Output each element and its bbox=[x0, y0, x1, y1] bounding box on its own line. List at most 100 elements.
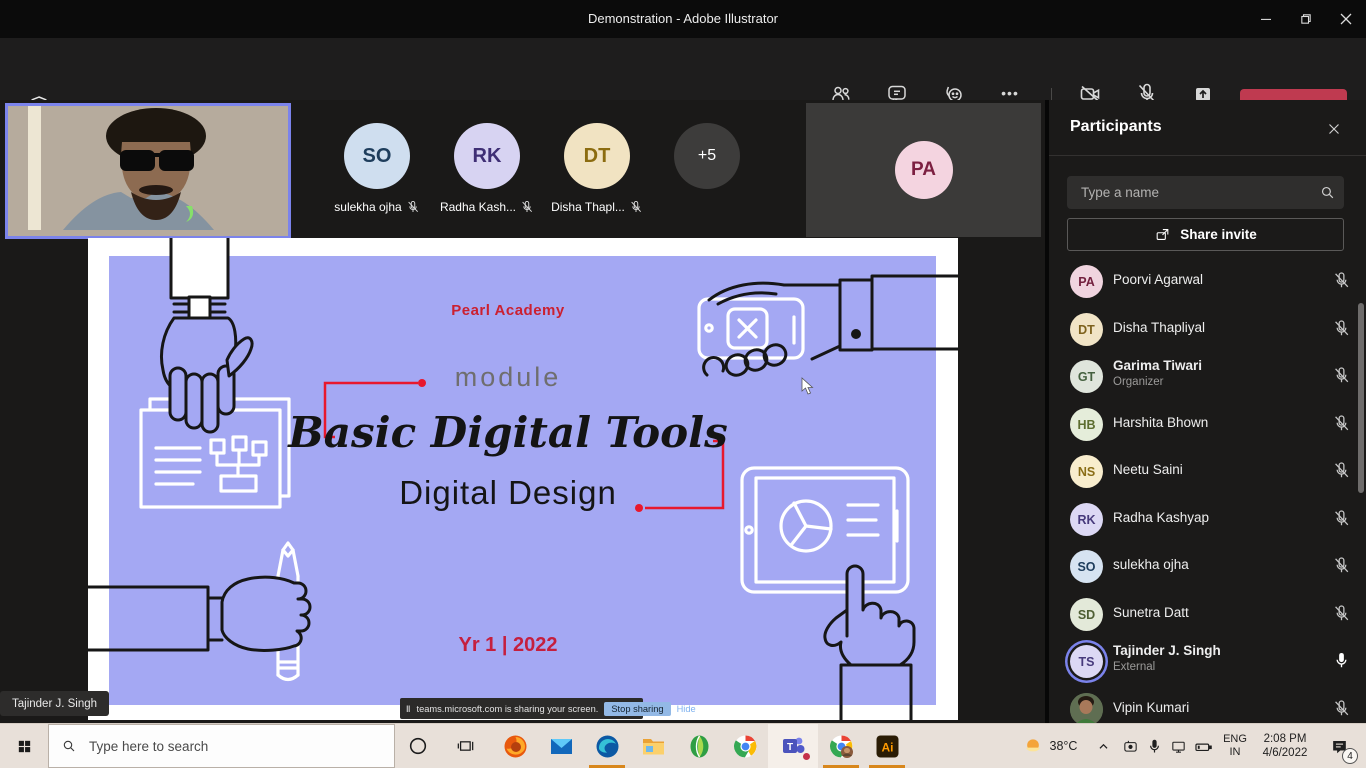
close-window-button[interactable] bbox=[1326, 0, 1366, 38]
stop-sharing-button[interactable]: Stop sharing bbox=[604, 702, 670, 716]
tray-record-icon[interactable] bbox=[1118, 724, 1142, 768]
start-button[interactable] bbox=[0, 724, 48, 768]
mic-status-icon bbox=[520, 200, 534, 214]
participant-role: Organizer bbox=[1113, 376, 1164, 388]
tray-mic-icon[interactable] bbox=[1142, 724, 1166, 768]
file-explorer-icon bbox=[641, 734, 666, 759]
action-center-button[interactable]: 4 bbox=[1318, 724, 1360, 768]
mic-status-icon bbox=[1332, 509, 1351, 528]
participant-name: Disha Thapliyal bbox=[1113, 320, 1205, 335]
participant-tile-poorvi[interactable]: PA bbox=[806, 103, 1041, 237]
participant-row[interactable]: NS Neetu Saini bbox=[1049, 448, 1366, 495]
participant-role: External bbox=[1113, 661, 1155, 673]
participant-name: Garima Tiwari bbox=[1113, 358, 1202, 373]
share-invite-icon bbox=[1154, 226, 1171, 243]
weather-widget[interactable]: 38°C bbox=[1012, 724, 1088, 768]
window-titlebar: Demonstration - Adobe Illustrator bbox=[0, 0, 1366, 38]
taskbar-icon-edge[interactable] bbox=[584, 724, 630, 768]
svg-text:Ai: Ai bbox=[881, 740, 893, 754]
participant-name: Radha Kash... bbox=[440, 200, 516, 214]
meeting-stage: SO sulekha ojha RK Radha Kash... DT Dish… bbox=[0, 100, 1041, 723]
screen-sharing-banner: ‖ teams.microsoft.com is sharing your sc… bbox=[400, 698, 643, 719]
participant-row[interactable]: GT Garima Tiwari Organizer bbox=[1049, 353, 1366, 400]
avatar: NS bbox=[1070, 455, 1103, 488]
taskbar-icon-coreldraw[interactable] bbox=[676, 724, 722, 768]
participant-row[interactable]: SD Sunetra Datt bbox=[1049, 591, 1366, 638]
avatar: SO bbox=[344, 123, 410, 189]
taskbar-icon-illustrator[interactable]: Ai bbox=[864, 724, 910, 768]
taskbar-icon-teams[interactable]: T bbox=[768, 724, 818, 768]
tray-chevron-up[interactable] bbox=[1090, 724, 1116, 768]
slide-kicker: module bbox=[88, 362, 928, 393]
participant-row[interactable]: TS Tajinder J. Singh External bbox=[1049, 638, 1366, 685]
taskbar-search[interactable] bbox=[48, 724, 395, 768]
participant-name: Tajinder J. Singh bbox=[1113, 643, 1221, 658]
avatar: SO bbox=[1070, 550, 1103, 583]
busy-presence-dot bbox=[801, 751, 812, 762]
illustrator-icon: Ai bbox=[875, 734, 900, 759]
mic-status-icon bbox=[1332, 556, 1351, 575]
mic-status-icon bbox=[1332, 651, 1351, 670]
restore-button[interactable] bbox=[1286, 0, 1326, 38]
panel-scrollbar[interactable] bbox=[1358, 303, 1364, 493]
stage-avatar-radha[interactable]: RK Radha Kash... bbox=[432, 123, 542, 214]
avatar: RK bbox=[454, 123, 520, 189]
participant-row[interactable]: DT Disha Thapliyal bbox=[1049, 306, 1366, 353]
avatar: GT bbox=[1070, 360, 1103, 393]
minimize-button[interactable] bbox=[1246, 0, 1286, 38]
taskbar-icon-chrome-profile[interactable] bbox=[818, 724, 864, 768]
chrome-profile-icon bbox=[829, 734, 854, 759]
tray-battery-icon[interactable] bbox=[1190, 724, 1216, 768]
language-indicator[interactable]: ENGIN bbox=[1216, 724, 1254, 768]
edge-icon bbox=[595, 734, 620, 759]
participant-name: Vipin Kumari bbox=[1113, 700, 1189, 715]
cortana-button[interactable] bbox=[396, 724, 440, 768]
mic-status-icon bbox=[629, 200, 643, 214]
taskbar-icon-chrome[interactable] bbox=[722, 724, 768, 768]
svg-text:T: T bbox=[786, 742, 792, 753]
stage-avatar-overflow[interactable]: +5 bbox=[652, 123, 762, 189]
share-invite-button[interactable]: Share invite bbox=[1067, 218, 1344, 251]
close-panel-button[interactable] bbox=[1319, 114, 1349, 144]
shared-screen: Pearl Academy module Basic Digital Tools… bbox=[88, 238, 958, 720]
clock[interactable]: 2:08 PM4/6/2022 bbox=[1254, 724, 1316, 768]
avatar: RK bbox=[1070, 503, 1103, 536]
taskbar-icon-firefox[interactable] bbox=[492, 724, 538, 768]
participant-name: sulekha ojha bbox=[1113, 557, 1189, 572]
participant-name: Poorvi Agarwal bbox=[1113, 272, 1203, 287]
task-view-button[interactable] bbox=[444, 724, 488, 768]
participant-name: Radha Kashyap bbox=[1113, 510, 1209, 525]
participant-name: Harshita Bhown bbox=[1113, 415, 1208, 430]
participant-search[interactable] bbox=[1067, 176, 1344, 209]
participant-name: Neetu Saini bbox=[1113, 462, 1183, 477]
taskbar-icon-explorer[interactable] bbox=[630, 724, 676, 768]
slide-title: Basic Digital Tools bbox=[88, 408, 928, 457]
time: 2:08 PM bbox=[1264, 732, 1307, 746]
participants-panel: Participants Share invite PA Poorvi Agar… bbox=[1045, 100, 1366, 723]
taskbar-icon-mail[interactable] bbox=[538, 724, 584, 768]
mic-status-icon bbox=[1332, 699, 1351, 718]
hide-banner-button[interactable]: Hide bbox=[677, 704, 696, 714]
search-input[interactable] bbox=[1079, 184, 1319, 201]
mic-status-icon bbox=[1332, 319, 1351, 338]
taskbar-search-input[interactable] bbox=[87, 738, 341, 755]
avatar: SD bbox=[1070, 598, 1103, 631]
stage-avatar-sulekha[interactable]: SO sulekha ojha bbox=[322, 123, 432, 214]
participant-row[interactable]: HB Harshita Bhown bbox=[1049, 401, 1366, 448]
slide-subtitle: Digital Design bbox=[88, 474, 928, 512]
participant-row[interactable]: PA Poorvi Agarwal bbox=[1049, 258, 1366, 305]
temperature: 38°C bbox=[1050, 739, 1078, 753]
avatar: PA bbox=[1070, 265, 1103, 298]
self-video-thumbnail[interactable] bbox=[5, 103, 291, 239]
participant-row[interactable]: SO sulekha ojha bbox=[1049, 543, 1366, 590]
meeting-toolbar: 14:15 People Chat Reactions ••• More Cam… bbox=[0, 38, 1366, 100]
teams-meeting-window: Demonstration - Adobe Illustrator 14:15 … bbox=[0, 0, 1366, 768]
date: 4/6/2022 bbox=[1263, 746, 1308, 760]
participant-name: Sunetra Datt bbox=[1113, 605, 1189, 620]
mic-status-icon bbox=[1332, 414, 1351, 433]
mic-status-icon bbox=[1332, 271, 1351, 290]
participant-row[interactable]: RK Radha Kashyap bbox=[1049, 496, 1366, 543]
stage-avatar-disha[interactable]: DT Disha Thapl... bbox=[542, 123, 652, 214]
overflow-count-avatar: +5 bbox=[674, 123, 740, 189]
tray-network-icon[interactable] bbox=[1166, 724, 1190, 768]
